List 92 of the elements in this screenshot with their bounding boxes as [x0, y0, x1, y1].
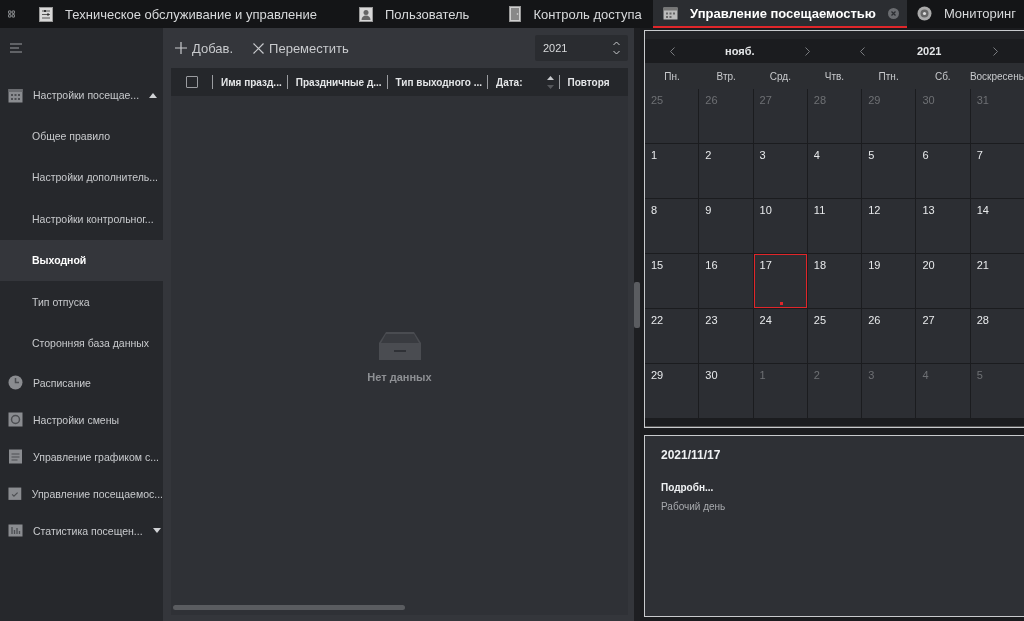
calendar-day[interactable]: 26	[862, 309, 916, 363]
sidebar-item[interactable]: Настройки посещае...	[0, 75, 163, 115]
weekday-label: Пн.	[663, 70, 681, 82]
calendar-day[interactable]: 7	[970, 144, 1024, 198]
sidebar-subitem[interactable]: Настройки контрольног...	[0, 198, 163, 240]
calendar-day[interactable]: 20	[916, 254, 970, 308]
close-icon	[253, 42, 265, 54]
sidebar-item[interactable]: Управление графиком с...	[0, 438, 163, 475]
calendar-day[interactable]: 14	[970, 199, 1024, 253]
calendar-day[interactable]: 17	[753, 254, 807, 308]
person-card-icon	[359, 6, 373, 22]
calendar-day[interactable]: 6	[916, 144, 970, 198]
calendar-day[interactable]: 16	[699, 254, 753, 308]
month-label: нояб.	[725, 45, 755, 57]
calendar-day[interactable]: 10	[753, 199, 807, 253]
sidebar-item[interactable]: Статистика посещен...	[0, 512, 163, 549]
previous-month-button[interactable]	[670, 46, 675, 56]
empty-message: Нет данных	[367, 371, 432, 383]
module-tab[interactable]: Пользователь	[359, 6, 470, 22]
calendar-day[interactable]: 24	[753, 309, 807, 363]
next-month-button[interactable]	[804, 46, 810, 56]
calendar-day[interactable]: 22	[645, 309, 699, 363]
weekday-label: Сб.	[933, 70, 952, 82]
calendar-day[interactable]: 2	[699, 144, 753, 198]
add-button[interactable]: Добав.	[171, 38, 238, 58]
column-header[interactable]: Тип выходного ...	[386, 75, 487, 89]
weekday-label: Птн.	[877, 70, 900, 82]
calendar-day[interactable]: 25	[807, 309, 862, 363]
module-tab[interactable]: Контроль доступа	[509, 6, 642, 22]
calendar-icon	[8, 87, 23, 103]
tab[interactable]: Мониторинг	[906, 0, 1024, 28]
year-label: 2021	[917, 45, 942, 57]
next-year-button[interactable]	[993, 46, 999, 56]
weekday-label: Чтв.	[823, 70, 846, 82]
calendar-day[interactable]: 30	[699, 364, 753, 418]
checked-calendar-icon	[8, 486, 22, 501]
previous-year-button[interactable]	[860, 46, 866, 56]
sidebar-subitem[interactable]: Сторонняя база данных	[0, 322, 163, 364]
calendar-day[interactable]: 21	[970, 254, 1024, 308]
calendar-day[interactable]: 27	[916, 309, 970, 363]
tab[interactable]: Управление посещаемостью	[653, 0, 907, 28]
disc-icon	[916, 5, 932, 21]
calendar-day[interactable]: 3	[753, 144, 807, 198]
column-header[interactable]: Повторя	[558, 75, 615, 89]
sidebar-subitem[interactable]: Тип отпуска	[0, 281, 163, 323]
clock-icon	[8, 375, 23, 390]
calendar-day[interactable]: 5	[862, 144, 916, 198]
year-spinner[interactable]: 2021	[535, 35, 628, 61]
calendar-day[interactable]: 18	[807, 254, 862, 308]
module-tab[interactable]: Техническое обслуживание и управление	[39, 6, 317, 22]
splitter-handle[interactable]	[634, 281, 640, 328]
chart-icon	[8, 524, 23, 537]
sliders-icon	[39, 6, 54, 22]
sidebar-item[interactable]: Расписание	[0, 364, 163, 401]
close-icon[interactable]	[887, 7, 899, 19]
details-heading: Подробн...	[661, 482, 715, 493]
select-all-checkbox[interactable]	[185, 76, 198, 88]
square-icon	[8, 412, 23, 427]
sidebar-subitem[interactable]: Общее правило	[0, 115, 163, 157]
calendar-day[interactable]: 23	[699, 309, 753, 363]
spinner-arrows-icon	[613, 41, 620, 55]
weekday-label: Воскресень	[969, 70, 1024, 82]
remove-button[interactable]: Переместить	[249, 38, 353, 58]
sidebar-subitem[interactable]: Настройки дополнитель...	[0, 156, 163, 198]
scrollbar[interactable]	[173, 605, 405, 610]
column-header[interactable]: Праздничные д...	[286, 75, 387, 89]
calendar-day[interactable]: 15	[645, 254, 699, 308]
calendar-icon	[663, 6, 679, 20]
calendar-day[interactable]: 11	[807, 199, 862, 253]
weekday-label: Втр.	[715, 70, 737, 82]
calendar-day[interactable]: 8	[645, 199, 699, 253]
column-header[interactable]: Дата:	[487, 75, 559, 89]
column-header[interactable]: Имя празд...	[212, 75, 287, 89]
sidebar-item[interactable]: Настройки смены	[0, 401, 163, 438]
calendar-day[interactable]: 19	[862, 254, 916, 308]
day-type: Рабочий день	[661, 501, 727, 512]
document-icon	[8, 449, 23, 464]
calendar-day[interactable]: 9	[699, 199, 753, 253]
calendar-day[interactable]: 4	[807, 144, 862, 198]
menu-icon[interactable]	[10, 43, 22, 53]
calendar-day[interactable]: 28	[970, 309, 1024, 363]
empty-tray-icon	[377, 331, 422, 361]
door-icon	[509, 6, 522, 22]
plus-icon	[175, 42, 187, 54]
calendar-day[interactable]: 1	[645, 144, 699, 198]
selected-date: 2021/11/17	[661, 448, 722, 462]
weekday-label: Срд.	[768, 70, 792, 82]
calendar-day[interactable]: 12	[862, 199, 916, 253]
sidebar-item[interactable]: Управление посещаемос...	[0, 475, 163, 512]
sidebar-subitem[interactable]: Выходной	[0, 239, 163, 281]
calendar-day[interactable]: 13	[916, 199, 970, 253]
calendar-day[interactable]: 29	[645, 364, 699, 418]
